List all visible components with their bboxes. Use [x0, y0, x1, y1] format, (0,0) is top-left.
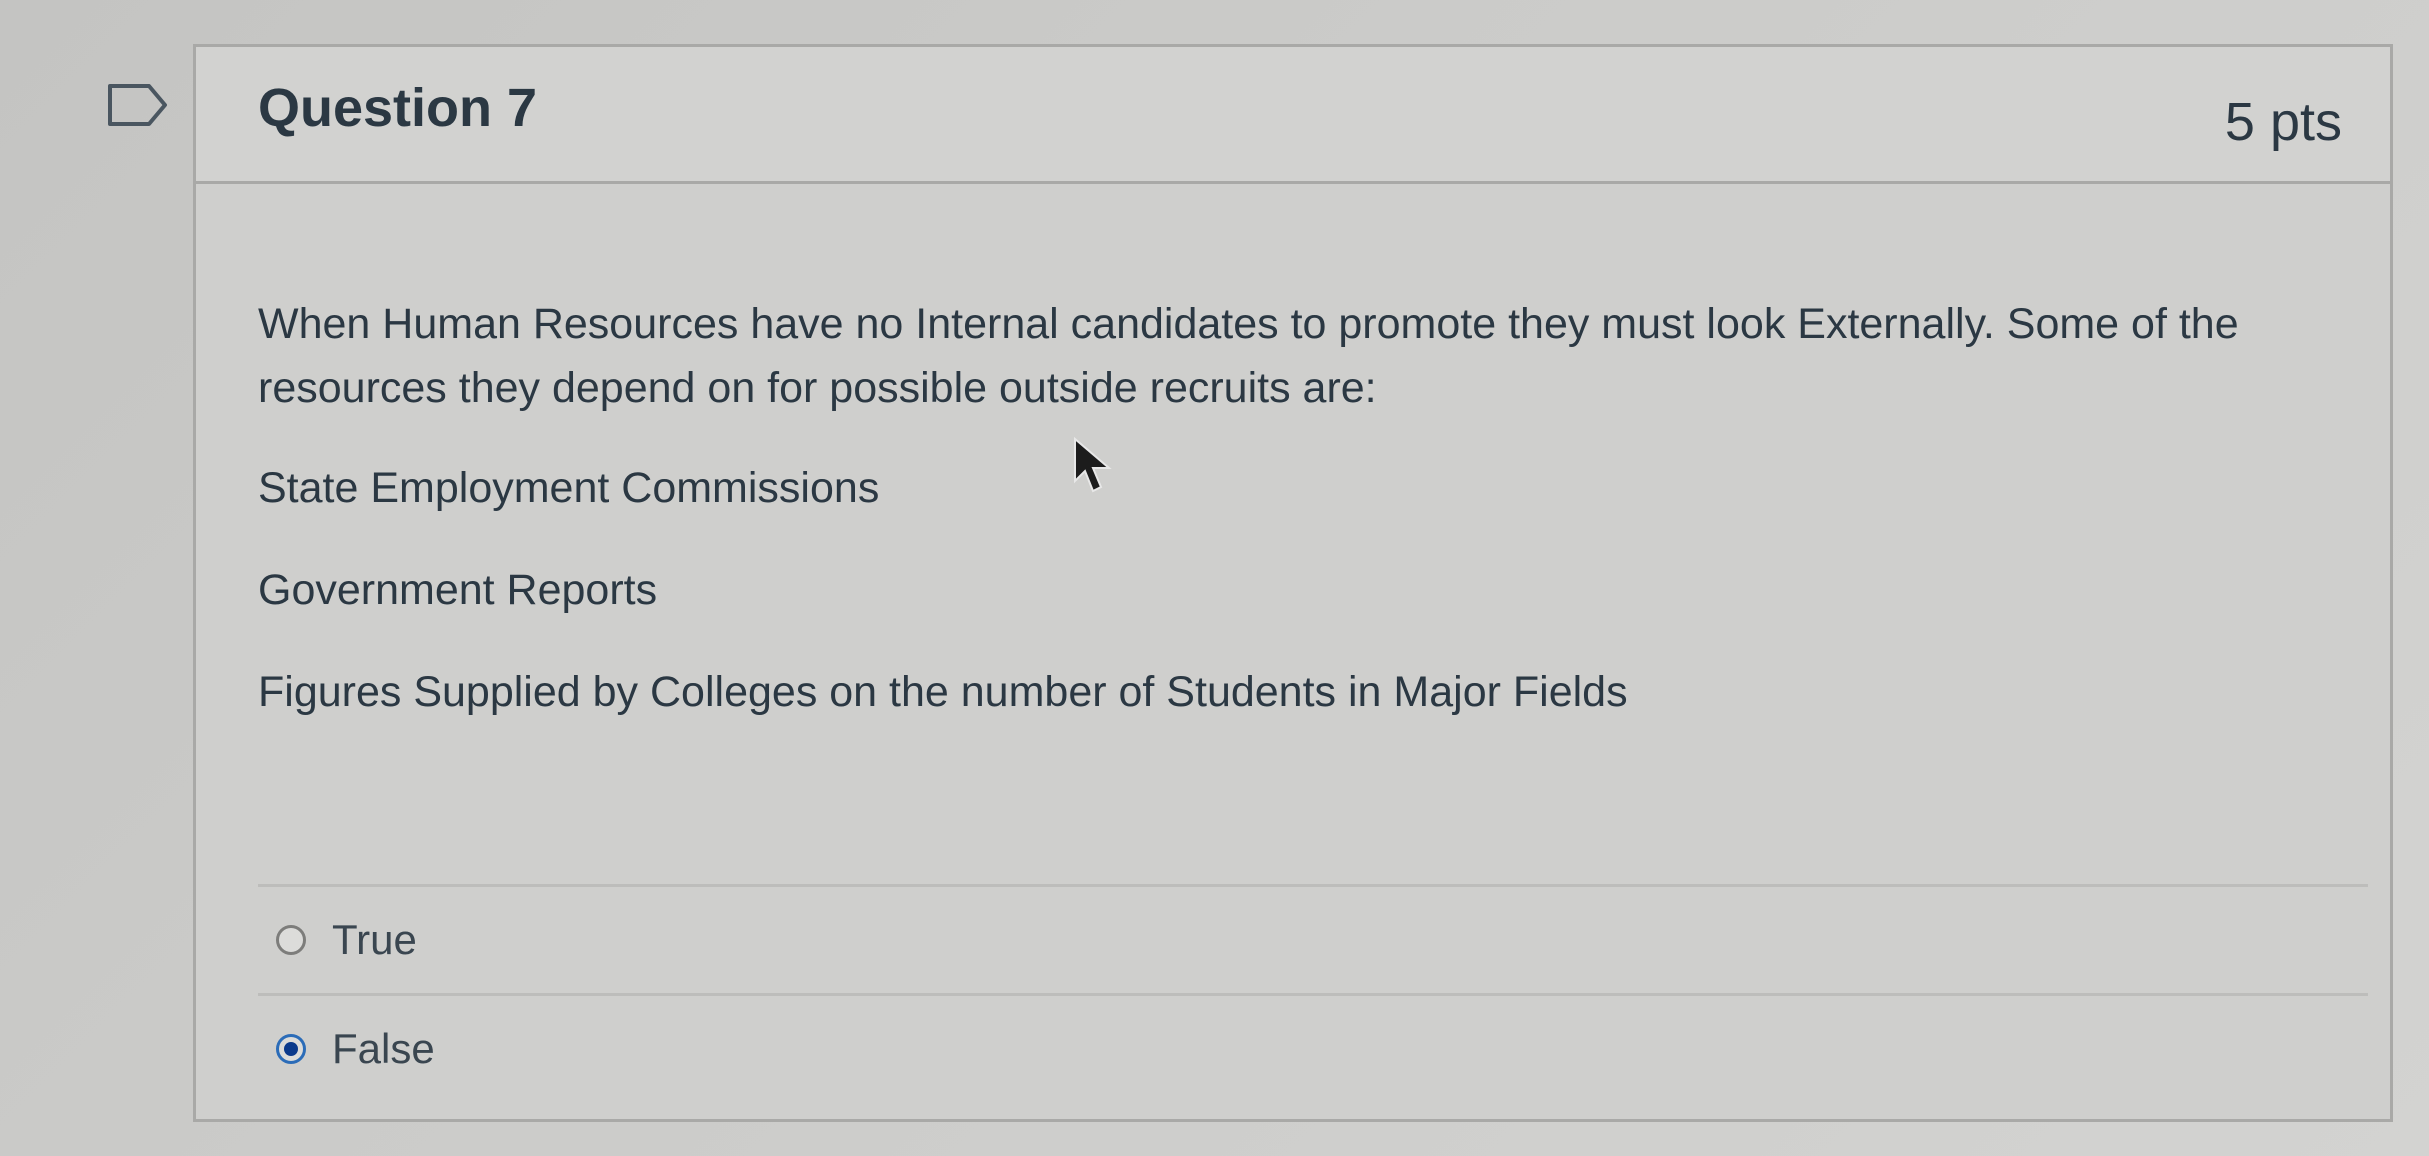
- flag-question-icon[interactable]: [107, 83, 169, 127]
- radio-button-false[interactable]: [276, 1034, 306, 1064]
- answer-option-true[interactable]: True: [258, 887, 2368, 993]
- question-item: State Employment Commissions: [258, 464, 880, 512]
- question-body: When Human Resources have no Internal ca…: [258, 292, 2338, 762]
- question-item: Government Reports: [258, 566, 658, 614]
- mouse-pointer-icon: [1073, 436, 1117, 495]
- question-item: Figures Supplied by Colleges on the numb…: [258, 668, 1628, 716]
- question-title: Question 7: [258, 78, 538, 138]
- answer-list: True False: [258, 884, 2368, 1102]
- question-header: Question 7 5 pts: [193, 44, 2393, 184]
- question-prompt: When Human Resources have no Internal ca…: [258, 300, 2239, 412]
- answer-label: False: [332, 1025, 435, 1072]
- radio-button-true[interactable]: [276, 925, 306, 955]
- question-points: 5 pts: [2224, 92, 2342, 152]
- answer-option-false[interactable]: False: [258, 996, 2368, 1102]
- question-card: Question 7 5 pts When Human Resources ha…: [193, 44, 2393, 1122]
- answer-label: True: [332, 916, 417, 963]
